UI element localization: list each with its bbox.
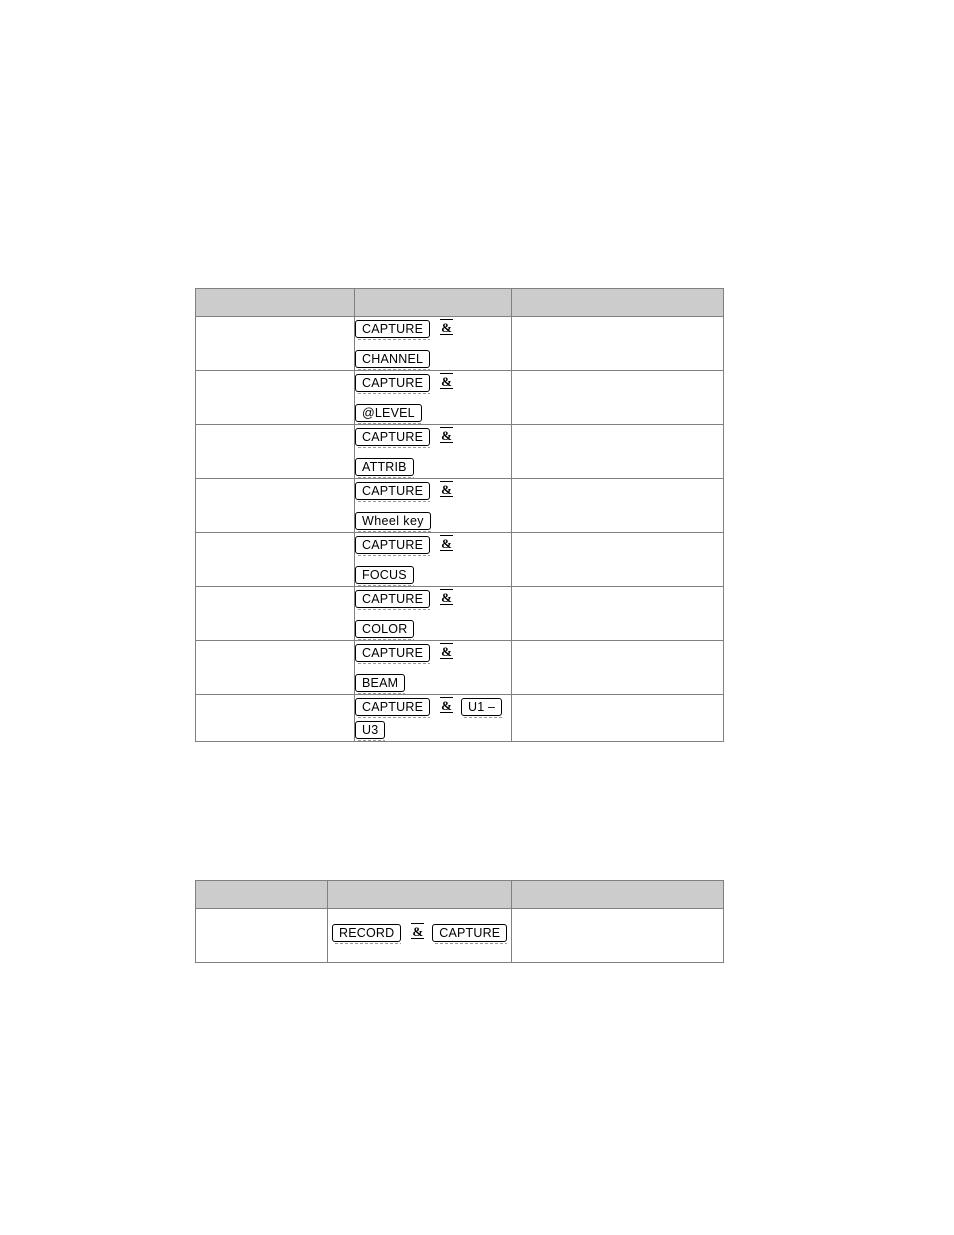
table-row: CAPTURE & ATTRIB (195, 424, 724, 479)
table-row: CAPTURE & COLOR (195, 586, 724, 641)
joiner-ampersand: & (440, 481, 453, 497)
keycap-attrib: ATTRIB (355, 458, 414, 478)
key-line: CAPTURE & (355, 533, 511, 556)
joiner-ampersand: & (440, 697, 453, 713)
key-line: CAPTURE & (355, 479, 511, 502)
key-line: CAPTURE & (355, 641, 511, 664)
table-header-row (195, 288, 724, 317)
header-cell-keys (354, 288, 512, 317)
keycap-channel: CHANNEL (355, 350, 431, 370)
cell-key-combination: CAPTURE & ATTRIB (354, 424, 512, 479)
table-row: CAPTURE & CHANNEL (195, 316, 724, 371)
keycap-capture: CAPTURE (432, 924, 508, 944)
record-shortcuts-table: RECORD & CAPTURE (195, 880, 724, 963)
key-line: CHANNEL (355, 347, 511, 370)
key-line: FOCUS (355, 563, 511, 586)
table-header-row (195, 880, 724, 909)
keycap-record: RECORD (332, 924, 402, 944)
capture-shortcuts-table: CAPTURE & CHANNEL CAPTURE & @LEVEL CAPTU… (195, 288, 724, 742)
cell-description (511, 370, 724, 425)
header-cell-desc (511, 880, 724, 909)
cell-description (511, 908, 724, 963)
joiner-ampersand: & (440, 373, 453, 389)
cell-key-combination: CAPTURE & Wheel key (354, 478, 512, 533)
document-page: CAPTURE & CHANNEL CAPTURE & @LEVEL CAPTU… (0, 0, 954, 1235)
keycap-u1-range: U1 – (460, 698, 503, 718)
table-row: CAPTURE & Wheel key (195, 478, 724, 533)
keycap-capture: CAPTURE (355, 374, 431, 394)
header-cell-desc (511, 288, 724, 317)
table-row: CAPTURE & FOCUS (195, 532, 724, 587)
keycap-capture: CAPTURE (355, 644, 431, 664)
cell-description (511, 532, 724, 587)
key-line: COLOR (355, 617, 511, 640)
cell-key-combination: CAPTURE & FOCUS (354, 532, 512, 587)
cell-description (511, 478, 724, 533)
keycap-capture: CAPTURE (355, 428, 431, 448)
cell-key-combination: RECORD & CAPTURE (327, 908, 512, 963)
cell-action (195, 640, 355, 695)
key-line: CAPTURE & (355, 587, 511, 610)
keycap-u3-range: U3 (355, 721, 386, 741)
cell-action (195, 694, 355, 742)
key-line: RECORD & CAPTURE (332, 923, 510, 944)
joiner-ampersand: & (411, 923, 425, 939)
cell-action (195, 478, 355, 533)
key-line: CAPTURE & U1 – U3 (355, 697, 505, 741)
key-line: ATTRIB (355, 455, 511, 478)
table-row: CAPTURE & BEAM (195, 640, 724, 695)
cell-key-combination: CAPTURE & COLOR (354, 586, 512, 641)
cell-key-combination: CAPTURE & U1 – U3 (354, 694, 512, 742)
table-row: CAPTURE & U1 – U3 (195, 694, 724, 742)
cell-description (511, 316, 724, 371)
cell-key-combination: CAPTURE & BEAM (354, 640, 512, 695)
joiner-ampersand: & (440, 427, 453, 443)
cell-description (511, 586, 724, 641)
cell-action (195, 424, 355, 479)
cell-action (195, 586, 355, 641)
keycap-capture: CAPTURE (355, 536, 431, 556)
header-cell-keys (327, 880, 512, 909)
cell-action (195, 532, 355, 587)
keycap-wheel-key: Wheel key (355, 512, 431, 532)
joiner-ampersand: & (440, 589, 453, 605)
keycap-capture: CAPTURE (355, 698, 431, 718)
cell-action (195, 370, 355, 425)
keycap-capture: CAPTURE (355, 590, 431, 610)
key-line: BEAM (355, 671, 511, 694)
key-line: Wheel key (355, 509, 511, 532)
header-cell-action (195, 288, 355, 317)
key-line: CAPTURE & (355, 371, 511, 394)
cell-key-combination: CAPTURE & @LEVEL (354, 370, 512, 425)
joiner-ampersand: & (440, 535, 453, 551)
key-line: CAPTURE & (355, 425, 511, 448)
cell-action (195, 316, 355, 371)
keycap-at-level: @LEVEL (355, 404, 422, 424)
cell-action (195, 908, 328, 963)
joiner-ampersand: & (440, 643, 453, 659)
table-row: CAPTURE & @LEVEL (195, 370, 724, 425)
keycap-color: COLOR (355, 620, 415, 640)
keycap-capture: CAPTURE (355, 482, 431, 502)
table-row: RECORD & CAPTURE (195, 908, 724, 963)
cell-description (511, 694, 724, 742)
keycap-beam: BEAM (355, 674, 406, 694)
key-line: CAPTURE & (355, 317, 511, 340)
key-line: @LEVEL (355, 401, 511, 424)
keycap-capture: CAPTURE (355, 320, 431, 340)
header-cell-action (195, 880, 328, 909)
joiner-ampersand: & (440, 319, 453, 335)
cell-description (511, 424, 724, 479)
cell-key-combination: CAPTURE & CHANNEL (354, 316, 512, 371)
cell-description (511, 640, 724, 695)
keycap-focus: FOCUS (355, 566, 414, 586)
